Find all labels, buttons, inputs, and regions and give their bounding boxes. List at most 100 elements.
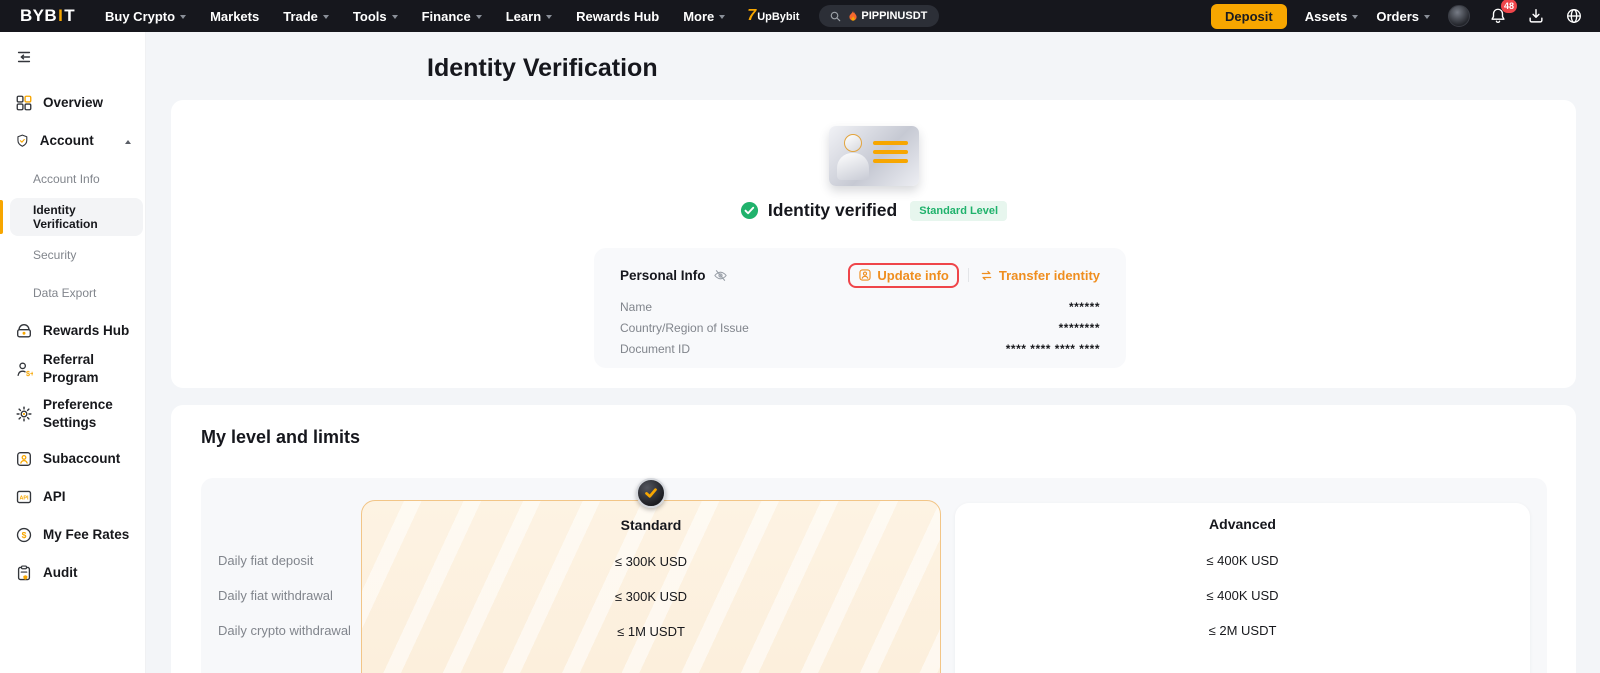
- nav-learn[interactable]: Learn: [506, 9, 552, 24]
- sidebar-item-audit[interactable]: Audit: [0, 554, 145, 592]
- nav-label: Markets: [210, 9, 259, 24]
- sidebar-item-label: Referral Program: [43, 351, 135, 386]
- sidebar-item-rewards-hub[interactable]: Rewards Hub: [0, 312, 145, 350]
- tier-advanced-card: Advanced ≤ 400K USD ≤ 400K USD ≤ 2M USDT: [955, 503, 1530, 673]
- sidebar-item-account[interactable]: Account: [0, 122, 145, 160]
- notification-badge: 48: [1501, 0, 1517, 13]
- sidebar-subitem-data-export[interactable]: Data Export: [10, 274, 143, 312]
- upbybit-logo[interactable]: 7 UpBybit: [747, 7, 799, 25]
- nav-label: More: [683, 9, 714, 24]
- nav-label: Orders: [1376, 9, 1419, 24]
- personal-info-row: Name ******: [620, 296, 1100, 317]
- svg-text:API: API: [20, 495, 29, 501]
- svg-text:$: $: [22, 530, 27, 540]
- notifications-button[interactable]: 48: [1488, 6, 1508, 26]
- collapse-sidebar-button[interactable]: [15, 48, 35, 68]
- id-card-line: [873, 150, 908, 154]
- chevron-up-icon: [125, 140, 131, 144]
- personal-info-row: Country/Region of Issue ********: [620, 317, 1100, 338]
- row-value-masked: ********: [1059, 321, 1100, 335]
- main-nav: Buy Crypto Markets Trade Tools Finance L…: [105, 9, 725, 24]
- flame-icon: [848, 10, 858, 22]
- sidebar-subitem-identity-verification[interactable]: Identity Verification: [10, 198, 143, 236]
- verify-status-row: Identity verified Standard Level: [171, 200, 1576, 221]
- referral-program-icon: $+: [15, 360, 33, 378]
- bybit-app: BYB I T Buy Crypto Markets Trade Tools F…: [0, 0, 1600, 673]
- limits-title: My level and limits: [201, 427, 360, 448]
- search-value: PIPPINUSDT: [848, 10, 927, 22]
- deposit-button[interactable]: Deposit: [1211, 4, 1287, 29]
- page-title: Identity Verification: [427, 54, 658, 83]
- search-input[interactable]: PIPPINUSDT: [819, 5, 939, 27]
- language-button[interactable]: [1564, 6, 1584, 26]
- sidebar-item-label: API: [43, 488, 135, 506]
- nav-label: Finance: [422, 9, 471, 24]
- nav-more[interactable]: More: [683, 9, 725, 24]
- sidebar: Overview Account Account Info Identity V…: [0, 32, 146, 673]
- sidebar-item-label: Subaccount: [43, 450, 135, 468]
- nav-label: Trade: [283, 9, 318, 24]
- nav-right: Deposit Assets Orders 48: [1211, 4, 1584, 29]
- sidebar-item-api[interactable]: API API: [0, 478, 145, 516]
- personal-info-title: Personal Info: [620, 268, 706, 283]
- row-label: Document ID: [620, 342, 690, 356]
- verify-heading: Identity verified: [768, 200, 897, 221]
- sidebar-item-subaccount[interactable]: Subaccount: [0, 440, 145, 478]
- chevron-down-icon: [546, 15, 552, 19]
- sidebar-item-label: Overview: [43, 94, 135, 112]
- nav-trade[interactable]: Trade: [283, 9, 329, 24]
- transfer-identity-button[interactable]: Transfer identity: [979, 268, 1100, 283]
- sidebar-item-preference-settings[interactable]: Preference Settings: [0, 388, 145, 440]
- account-shield-icon: [15, 132, 30, 150]
- tier-value: ≤ 300K USD: [362, 589, 940, 604]
- nav-assets[interactable]: Assets: [1305, 9, 1359, 24]
- row-label: Name: [620, 300, 652, 314]
- chevron-down-icon: [476, 15, 482, 19]
- sidebar-subitem-label: Identity Verification: [33, 203, 143, 231]
- eye-slash-icon[interactable]: [713, 268, 728, 283]
- chevron-down-icon: [180, 15, 186, 19]
- nav-label: Assets: [1305, 9, 1348, 24]
- download-app-button[interactable]: [1526, 6, 1546, 26]
- logo-text-1: BYB: [20, 6, 57, 26]
- sidebar-item-label: Account: [40, 132, 115, 150]
- api-icon: API: [15, 488, 33, 506]
- collapse-sidebar-icon: [15, 48, 33, 66]
- sidebar-item-referral-program[interactable]: $+ Referral Program: [0, 350, 145, 388]
- update-info-icon: [858, 268, 872, 282]
- standard-medal-icon: [636, 478, 666, 508]
- row-label: Country/Region of Issue: [620, 321, 749, 335]
- nav-rewards-hub[interactable]: Rewards Hub: [576, 9, 659, 24]
- chevron-down-icon: [1352, 15, 1358, 19]
- bybit-logo[interactable]: BYB I T: [20, 6, 75, 26]
- sidebar-item-overview[interactable]: Overview: [0, 84, 145, 122]
- limits-table: Daily fiat deposit Daily fiat withdrawal…: [201, 478, 1547, 673]
- limit-row-label: Daily fiat withdrawal: [218, 588, 333, 603]
- nav-finance[interactable]: Finance: [422, 9, 482, 24]
- rewards-hub-icon: [15, 322, 33, 340]
- tier-name: Advanced: [955, 516, 1530, 532]
- tier-value: ≤ 300K USD: [362, 554, 940, 569]
- sidebar-subitem-account-info[interactable]: Account Info: [10, 160, 143, 198]
- divider: [968, 268, 969, 282]
- upbybit-label: UpBybit: [757, 11, 799, 23]
- tier-value: ≤ 1M USDT: [362, 624, 940, 639]
- row-value-masked: ******: [1069, 300, 1100, 314]
- sidebar-item-my-fee-rates[interactable]: $ My Fee Rates: [0, 516, 145, 554]
- tier-value: ≤ 400K USD: [955, 588, 1530, 603]
- nav-markets[interactable]: Markets: [210, 9, 259, 24]
- id-card-graphic: [829, 126, 919, 186]
- main-content: Identity Verification Identity verified …: [146, 32, 1600, 673]
- nav-tools[interactable]: Tools: [353, 9, 398, 24]
- my-fee-rates-icon: $: [15, 526, 33, 544]
- sidebar-subitem-security[interactable]: Security: [10, 236, 143, 274]
- id-card-person-body: [837, 153, 869, 180]
- tier-name: Standard: [362, 517, 940, 533]
- update-info-button[interactable]: Update info: [858, 268, 949, 283]
- globe-icon: [1565, 7, 1583, 25]
- sidebar-item-label: My Fee Rates: [43, 526, 135, 544]
- avatar[interactable]: [1448, 5, 1470, 27]
- nav-orders[interactable]: Orders: [1376, 9, 1430, 24]
- nav-buy-crypto[interactable]: Buy Crypto: [105, 9, 186, 24]
- transfer-identity-icon: [979, 268, 994, 283]
